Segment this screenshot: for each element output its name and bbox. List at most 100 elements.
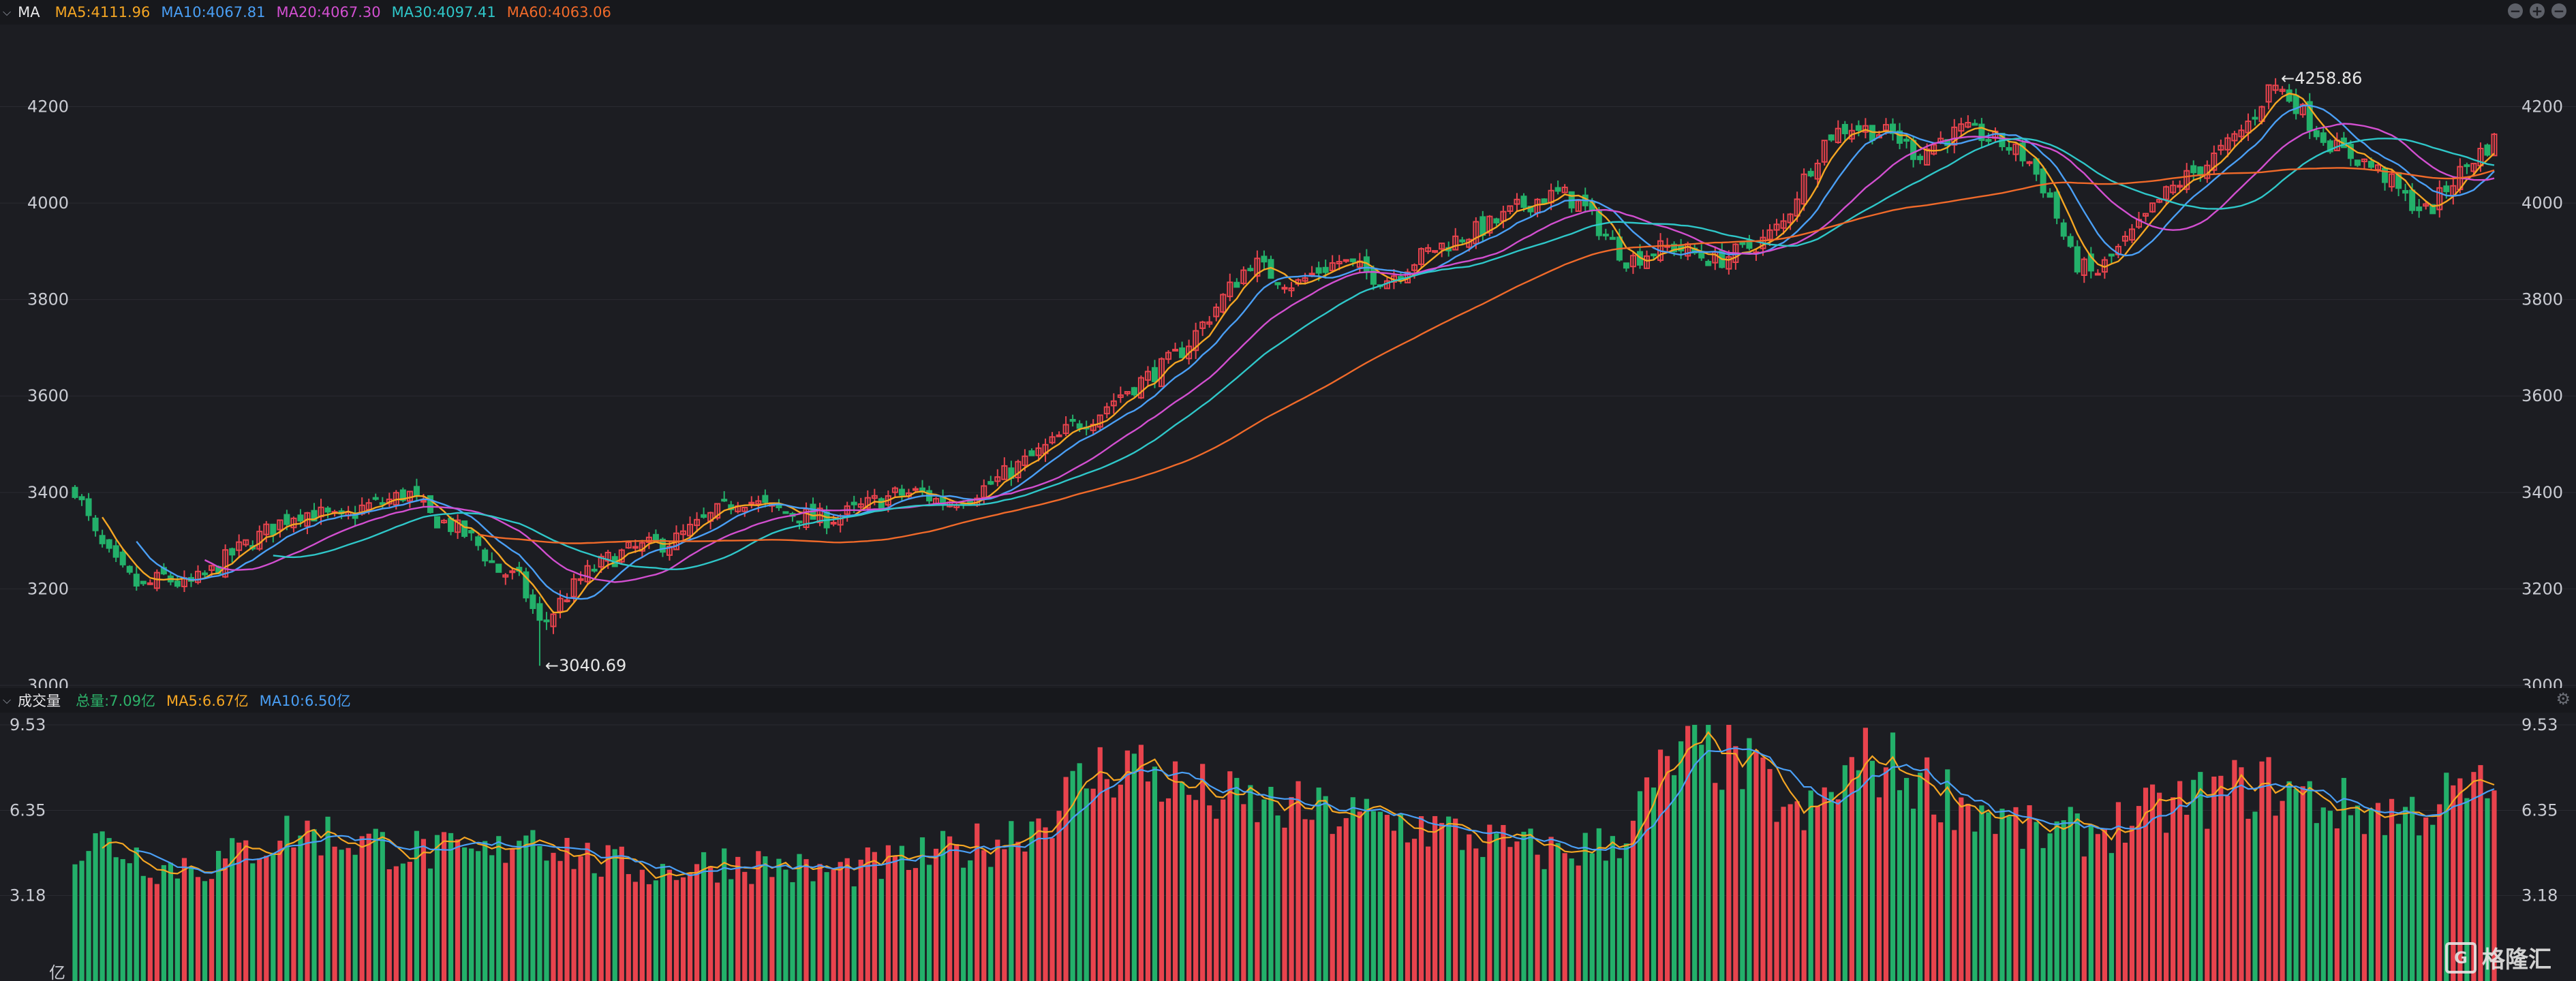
volume-bar — [462, 847, 467, 981]
volume-bar — [749, 884, 754, 981]
candle-body — [126, 565, 133, 573]
candle-body — [1541, 198, 1548, 204]
volume-bar — [420, 839, 427, 981]
candle-body — [2108, 253, 2115, 257]
volume-bar — [455, 839, 461, 981]
volume-bar — [1993, 834, 1998, 981]
volume-bar — [1391, 830, 1397, 981]
volume-bar — [188, 866, 194, 981]
candle-body — [2320, 132, 2327, 143]
price-axis-label-right: 3000 — [2521, 676, 2563, 688]
price-chart: 3000 3000 3200 3200 3400 3400 3600 3600 3800 3800… — [0, 69, 2576, 688]
volume-bar — [1965, 803, 1971, 981]
candle-body — [1172, 349, 1179, 352]
candle-body — [1903, 138, 1910, 142]
candle-body — [433, 516, 441, 529]
volume-bar — [1685, 726, 1691, 981]
volume-bar — [1029, 821, 1034, 981]
volume-bar — [2382, 835, 2388, 981]
volume-bar — [1678, 741, 1684, 981]
volume-bar — [1918, 773, 1923, 981]
volume-bar — [653, 880, 659, 981]
volume-bar — [2006, 816, 2012, 981]
volume-bar — [680, 877, 686, 981]
volume-bar — [339, 850, 344, 981]
price-indicator-name[interactable]: MA — [18, 4, 40, 20]
volume-bar — [968, 860, 973, 981]
volume-bar — [1282, 827, 1287, 981]
volume-bar — [1603, 860, 1608, 981]
volume-bar — [817, 864, 823, 981]
volume-bar — [878, 879, 884, 981]
candle-body — [1855, 125, 1862, 131]
volume-bar — [1616, 858, 1622, 981]
candle-body — [1828, 134, 1835, 141]
volume-bar — [1747, 738, 1752, 981]
candle-body — [2402, 189, 2409, 194]
volume-bar — [2348, 815, 2354, 981]
candle-body — [1739, 242, 1746, 245]
volume-axis-label-left: 9.53 — [10, 715, 46, 734]
candle-body — [2190, 165, 2197, 174]
volume-bar — [742, 871, 748, 981]
volume-bar — [168, 862, 174, 981]
volume-bar — [1084, 788, 1089, 981]
volume-bar — [79, 860, 85, 981]
volume-bar — [571, 869, 577, 981]
volume-bar — [530, 830, 536, 981]
add-icon[interactable]: + — [2530, 3, 2545, 18]
volume-bar — [1487, 824, 1492, 981]
volume-bar — [1562, 853, 1567, 981]
volume-bar — [1753, 749, 1759, 981]
volume-bar — [961, 867, 966, 981]
volume-bar — [277, 841, 283, 981]
candle-body — [1602, 234, 1609, 237]
volume-bar — [2320, 807, 2326, 981]
candle-body — [1972, 123, 1978, 126]
settings-gear-icon[interactable]: ⚙ — [2556, 689, 2571, 708]
volume-bar — [1521, 831, 1527, 981]
volume-bar — [1377, 811, 1383, 981]
volume-bar — [2307, 781, 2312, 981]
volume-bar — [988, 867, 994, 981]
volume-bar — [106, 838, 112, 981]
volume-bar — [195, 877, 201, 981]
collapse-chevron-icon[interactable]: ⌵ — [3, 694, 11, 707]
volume-bar — [1623, 843, 1629, 981]
volume-bar — [1241, 804, 1246, 981]
volume-bar — [605, 845, 611, 981]
collapse-chevron-icon[interactable]: ⌵ — [3, 5, 11, 19]
volume-bar — [2423, 817, 2429, 981]
volume-bar — [1788, 804, 1793, 981]
minimize-icon[interactable]: − — [2508, 3, 2523, 18]
logo-icon: G — [2445, 941, 2477, 974]
volume-bar — [243, 840, 249, 981]
volume-bar — [1514, 841, 1520, 981]
candle-body — [1349, 258, 1356, 262]
volume-bar — [1822, 787, 1827, 981]
candle-body — [1520, 196, 1527, 208]
volume-bar — [1200, 764, 1206, 981]
volume-bar — [913, 868, 919, 981]
volume-indicator-name[interactable]: 成交量 — [18, 690, 61, 711]
volume-bar — [2327, 811, 2333, 981]
volume-bar — [1719, 790, 1725, 981]
volume-bar — [1207, 805, 1212, 981]
volume-bar — [1610, 836, 1615, 981]
volume-bar — [2109, 853, 2115, 981]
volume-bar — [735, 856, 741, 981]
candle-body — [530, 594, 536, 609]
candle-body — [1609, 236, 1616, 240]
volume-bar — [2334, 828, 2340, 981]
candle-body — [782, 511, 789, 514]
candle-body — [2416, 206, 2423, 211]
volume-bar — [1097, 747, 1103, 981]
remove-icon[interactable]: − — [2551, 3, 2566, 18]
candle-body — [1151, 367, 1158, 382]
volume-bar — [1118, 784, 1123, 981]
candle-body — [1069, 418, 1076, 422]
volume-bar — [1903, 777, 1910, 981]
volume-bar — [332, 846, 337, 981]
volume-bar — [434, 835, 440, 981]
volume-bar — [646, 884, 651, 981]
